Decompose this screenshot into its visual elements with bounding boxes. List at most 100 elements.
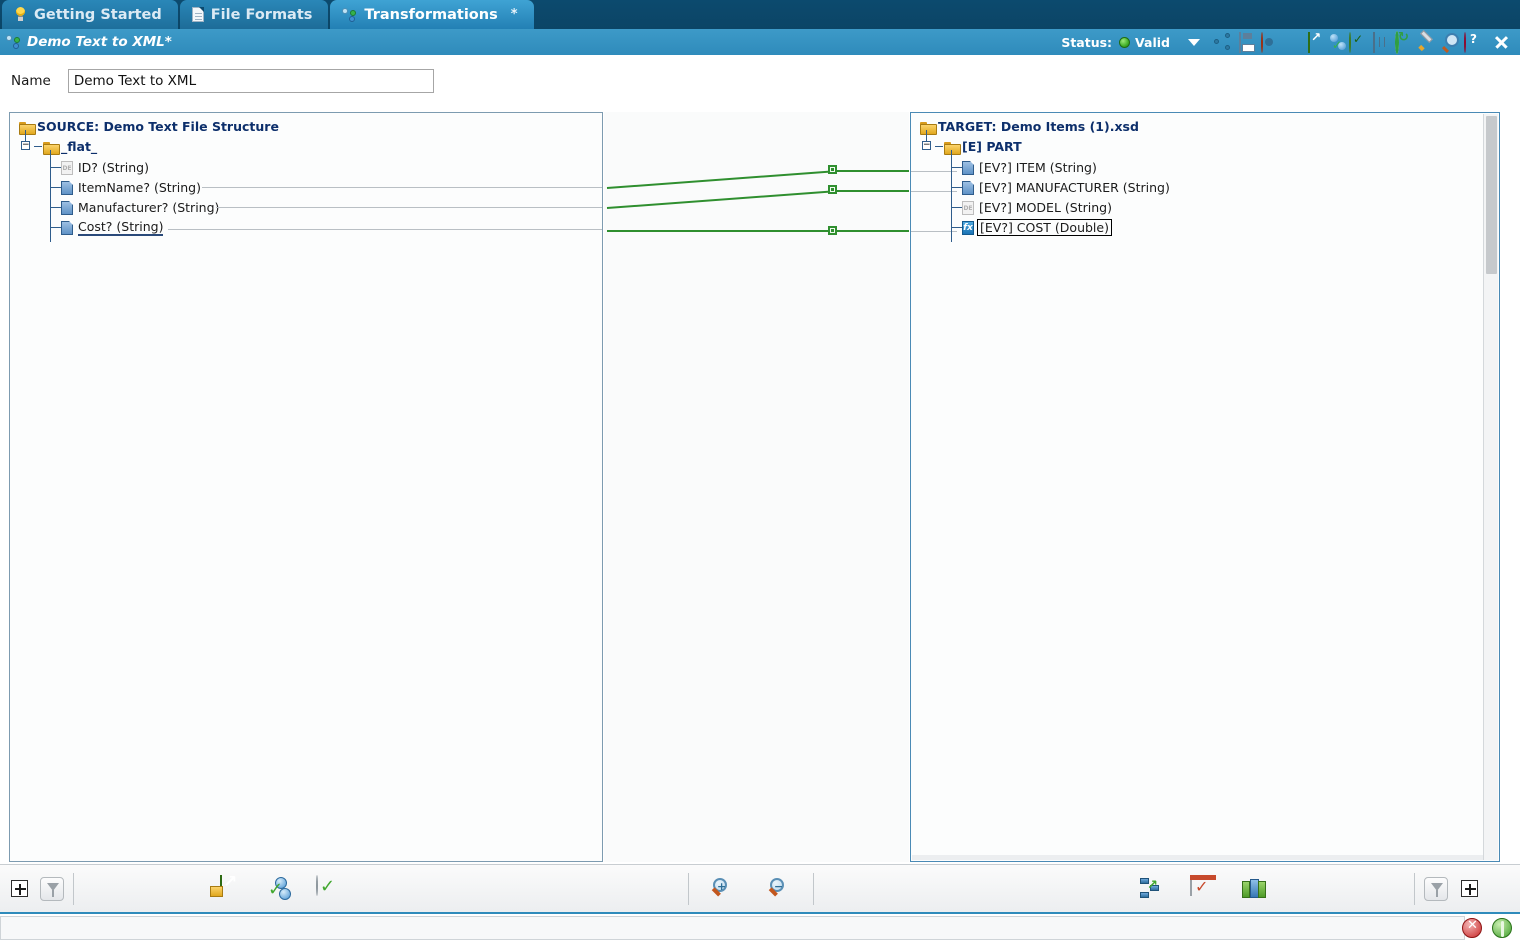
transformation-icon	[6, 35, 21, 49]
validate-icon[interactable]	[1190, 874, 1216, 902]
target-field-row-selected[interactable]: fx [EV?] COST (Double)	[962, 218, 1112, 237]
target-field-label: [EV?] MANUFACTURER (String)	[979, 180, 1170, 195]
target-tree-title-row[interactable]: TARGET: Demo Items (1).xsd	[920, 117, 1139, 136]
source-title: SOURCE: Demo Text File Structure	[37, 119, 279, 134]
bottom-toolbar: ✓ + − ↗	[0, 864, 1520, 912]
flow-diagram-icon[interactable]: ↗	[1139, 877, 1163, 901]
connection-status-icon[interactable]	[1492, 918, 1512, 938]
tree-connector	[50, 167, 61, 168]
source-field-row[interactable]: Manufacturer? (String)	[61, 198, 219, 217]
mapping-link[interactable]	[606, 190, 837, 209]
tree-connector	[951, 207, 962, 208]
save-icon[interactable]	[1237, 31, 1256, 53]
tree-connector	[50, 187, 61, 188]
tab-modified-marker: *	[510, 7, 518, 22]
target-field-label: [EV?] ITEM (String)	[979, 160, 1097, 175]
help-icon[interactable]	[1463, 31, 1482, 53]
export-mapping-icon[interactable]	[218, 874, 244, 902]
validate-mapping-icon[interactable]	[316, 874, 342, 902]
transformation-icon	[342, 7, 357, 22]
mapping-link[interactable]	[607, 230, 909, 232]
wrench-icon[interactable]	[1417, 33, 1436, 52]
mapping-stub	[216, 207, 602, 208]
tab-getting-started[interactable]: Getting Started	[2, 0, 178, 29]
source-field-row[interactable]: ItemName? (String)	[61, 178, 201, 197]
tree-connector	[951, 187, 962, 188]
expander-root[interactable]: −	[922, 141, 931, 150]
mapping-link[interactable]	[606, 170, 837, 189]
folder-icon	[920, 121, 937, 135]
target-field-row[interactable]: [EV?] ITEM (String)	[962, 158, 1097, 177]
status-value: Valid	[1135, 34, 1170, 50]
orb-icon[interactable]	[1283, 33, 1302, 52]
source-field-row[interactable]: DE ID? (String)	[61, 158, 149, 177]
chevron-down-icon[interactable]	[1188, 38, 1200, 46]
target-title: TARGET: Demo Items (1).xsd	[938, 119, 1139, 134]
zoom-out-icon[interactable]: −	[766, 877, 790, 901]
database-icon[interactable]	[1242, 878, 1266, 900]
document-title: Demo Text to XML*	[27, 34, 172, 50]
document-icon	[191, 7, 204, 22]
footer-message-box	[0, 916, 1465, 940]
function-fx-icon: fx	[962, 220, 974, 235]
add-icon[interactable]	[11, 880, 28, 897]
tree-connector	[935, 146, 943, 147]
mapping-link-handle[interactable]	[828, 165, 837, 174]
target-field-row[interactable]: DE [EV?] MODEL (String)	[962, 198, 1112, 217]
filter-icon[interactable]	[40, 876, 64, 901]
share-nodes-icon[interactable]	[1214, 32, 1233, 52]
transformation-name-input[interactable]	[67, 69, 434, 93]
link-objects-icon[interactable]: ✓	[268, 876, 292, 901]
close-icon[interactable]	[1492, 33, 1510, 51]
data-element-grey-icon: DE	[962, 200, 974, 215]
tree-connector	[50, 207, 61, 208]
source-root-row[interactable]: _flat_	[43, 137, 97, 156]
name-label: Name	[11, 73, 51, 89]
mapping-stub	[202, 187, 602, 188]
status-indicator-icon	[1119, 36, 1131, 48]
tree-connector	[34, 146, 42, 147]
source-field-label: ItemName? (String)	[78, 180, 201, 195]
tab-file-formats[interactable]: File Formats	[179, 0, 329, 29]
error-status-icon[interactable]	[1462, 918, 1482, 938]
data-element-blue-icon	[61, 200, 73, 215]
target-field-row[interactable]: [EV?] MANUFACTURER (String)	[962, 178, 1170, 197]
blue-spheres-icon[interactable]: ✓	[1330, 33, 1347, 51]
source-panel[interactable]: SOURCE: Demo Text File Structure − _flat…	[9, 112, 603, 862]
target-vertical-scrollbar[interactable]	[1483, 114, 1498, 860]
source-field-label: Manufacturer? (String)	[78, 200, 220, 215]
data-element-blue-icon	[962, 160, 974, 175]
magnifier-icon[interactable]	[1440, 33, 1459, 52]
target-horizontal-scrollbar[interactable]	[912, 855, 1483, 860]
target-panel[interactable]: TARGET: Demo Items (1).xsd − [E] PART [E…	[910, 112, 1500, 862]
source-root-label: _flat_	[61, 139, 98, 154]
expander-root[interactable]: −	[21, 141, 30, 150]
source-field-label: ID? (String)	[78, 160, 149, 175]
refresh-icon[interactable]	[1394, 30, 1413, 54]
target-root-label: [E] PART	[962, 139, 1022, 154]
mapping-link[interactable]	[837, 170, 909, 172]
export-green-icon[interactable]	[1306, 31, 1325, 53]
add-icon[interactable]	[1461, 880, 1478, 897]
table-icon[interactable]	[1371, 31, 1390, 53]
tab-label: Getting Started	[34, 6, 162, 23]
data-element-grey-icon: DE	[61, 160, 73, 175]
tree-connector	[50, 150, 51, 242]
tab-bar: Getting Started File Formats Transformat…	[0, 0, 1520, 29]
tab-label: File Formats	[210, 6, 313, 23]
status-footer	[0, 912, 1520, 940]
lifering-icon[interactable]	[1260, 31, 1279, 53]
tree-connector	[951, 150, 952, 242]
scrollbar-thumb[interactable]	[1486, 116, 1497, 274]
target-root-row[interactable]: [E] PART	[944, 137, 1022, 156]
zoom-in-icon[interactable]: +	[709, 877, 733, 901]
filter-icon[interactable]	[1424, 876, 1448, 901]
circle-check-icon[interactable]	[1348, 31, 1367, 53]
mapping-link[interactable]	[837, 190, 909, 192]
mapping-link-handle[interactable]	[828, 226, 837, 235]
mapping-link-handle[interactable]	[828, 185, 837, 194]
source-field-row[interactable]: Cost? (String)	[61, 218, 164, 237]
source-tree-title-row[interactable]: SOURCE: Demo Text File Structure	[19, 117, 279, 136]
link-zone	[604, 112, 909, 862]
tab-transformations[interactable]: Transformations *	[330, 0, 534, 29]
